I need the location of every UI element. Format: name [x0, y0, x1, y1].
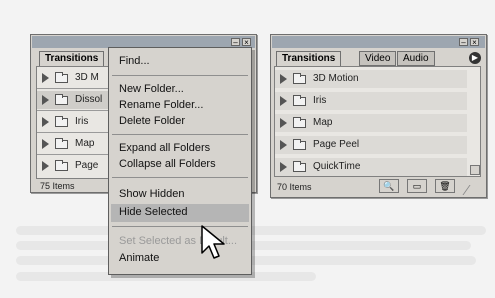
- folder-icon: [55, 116, 68, 127]
- folder-icon: [55, 94, 68, 105]
- menu-divider: [112, 226, 248, 227]
- menu-divider: [112, 75, 248, 76]
- menu-item-rename-folder[interactable]: Rename Folder...: [119, 99, 203, 111]
- list-item-label: Page Peel: [313, 139, 360, 150]
- folder-icon: [293, 95, 306, 106]
- transitions-palette-right: – × Transitions Video Audio ▶ 3D Motion …: [270, 34, 487, 198]
- menu-divider: [112, 134, 248, 135]
- list-item-label: Iris: [75, 116, 89, 127]
- list-item[interactable]: Iris: [275, 92, 467, 110]
- list-item-label: Iris: [313, 95, 327, 106]
- expand-triangle-icon[interactable]: [42, 73, 49, 83]
- menu-item-animate[interactable]: Animate: [119, 252, 159, 264]
- folder-icon: [55, 138, 68, 149]
- expand-triangle-icon[interactable]: [42, 161, 49, 171]
- menu-item-hide-selected[interactable]: Hide Selected: [119, 206, 188, 218]
- palette-menu-arrow-icon[interactable]: ▶: [469, 52, 481, 64]
- expand-triangle-icon[interactable]: [280, 140, 287, 150]
- tab-transitions[interactable]: Transitions: [39, 51, 105, 67]
- menu-item-expand-all[interactable]: Expand all Folders: [119, 142, 210, 154]
- list-item[interactable]: QuickTime: [275, 158, 467, 176]
- expand-triangle-icon[interactable]: [280, 96, 287, 106]
- expand-triangle-icon[interactable]: [280, 118, 287, 128]
- close-icon[interactable]: ×: [470, 38, 479, 47]
- tab-video[interactable]: Video: [359, 51, 397, 66]
- menu-item-show-hidden[interactable]: Show Hidden: [119, 188, 184, 200]
- list-item-label: 3D Motion: [313, 73, 359, 84]
- minimize-icon[interactable]: –: [231, 38, 240, 47]
- expand-triangle-icon[interactable]: [42, 117, 49, 127]
- menu-item-collapse-all[interactable]: Collapse all Folders: [119, 158, 216, 170]
- find-icon[interactable]: 🔍: [379, 179, 399, 193]
- folder-icon: [55, 160, 68, 171]
- menu-item-new-folder[interactable]: New Folder...: [119, 83, 184, 95]
- trash-icon[interactable]: 🗑: [435, 179, 455, 193]
- expand-triangle-icon[interactable]: [42, 95, 49, 105]
- folder-icon: [55, 72, 68, 83]
- menu-item-find[interactable]: Find...: [119, 55, 150, 67]
- folder-icon: [293, 161, 306, 172]
- tab-audio[interactable]: Audio: [397, 51, 435, 66]
- list-item-label: Page: [75, 160, 99, 171]
- folder-icon: [293, 117, 306, 128]
- menu-divider: [112, 177, 248, 178]
- expand-triangle-icon[interactable]: [280, 162, 287, 172]
- transitions-list: 3D Motion Iris Map Page Peel QuickTime: [274, 66, 481, 177]
- list-item-label: QuickTime: [313, 161, 361, 172]
- list-item-label: Dissol: [75, 94, 103, 105]
- arrow-cursor-icon: [201, 225, 225, 259]
- list-item[interactable]: 3D Motion: [275, 70, 467, 88]
- resize-grip-icon[interactable]: [462, 185, 483, 195]
- list-item[interactable]: Map: [275, 114, 467, 132]
- minimize-icon[interactable]: –: [459, 38, 468, 47]
- folder-icon: [293, 139, 306, 150]
- new-folder-icon[interactable]: ▭: [407, 179, 427, 193]
- palette-titlebar[interactable]: [272, 36, 485, 48]
- expand-triangle-icon[interactable]: [42, 139, 49, 149]
- list-item[interactable]: Page Peel: [275, 136, 467, 154]
- scroll-down-button[interactable]: [470, 165, 480, 175]
- menu-item-delete-folder[interactable]: Delete Folder: [119, 115, 185, 127]
- list-item-label: Map: [75, 138, 95, 149]
- close-icon[interactable]: ×: [242, 38, 251, 47]
- tab-transitions[interactable]: Transitions: [276, 51, 342, 67]
- expand-triangle-icon[interactable]: [280, 74, 287, 84]
- palette-context-menu: Find... New Folder... Rename Folder... D…: [108, 47, 252, 275]
- item-count: 75 Items: [40, 181, 75, 191]
- list-item-label: 3D M: [75, 72, 99, 83]
- folder-icon: [293, 73, 306, 84]
- list-item-label: Map: [313, 117, 333, 128]
- item-count: 70 Items: [277, 182, 312, 192]
